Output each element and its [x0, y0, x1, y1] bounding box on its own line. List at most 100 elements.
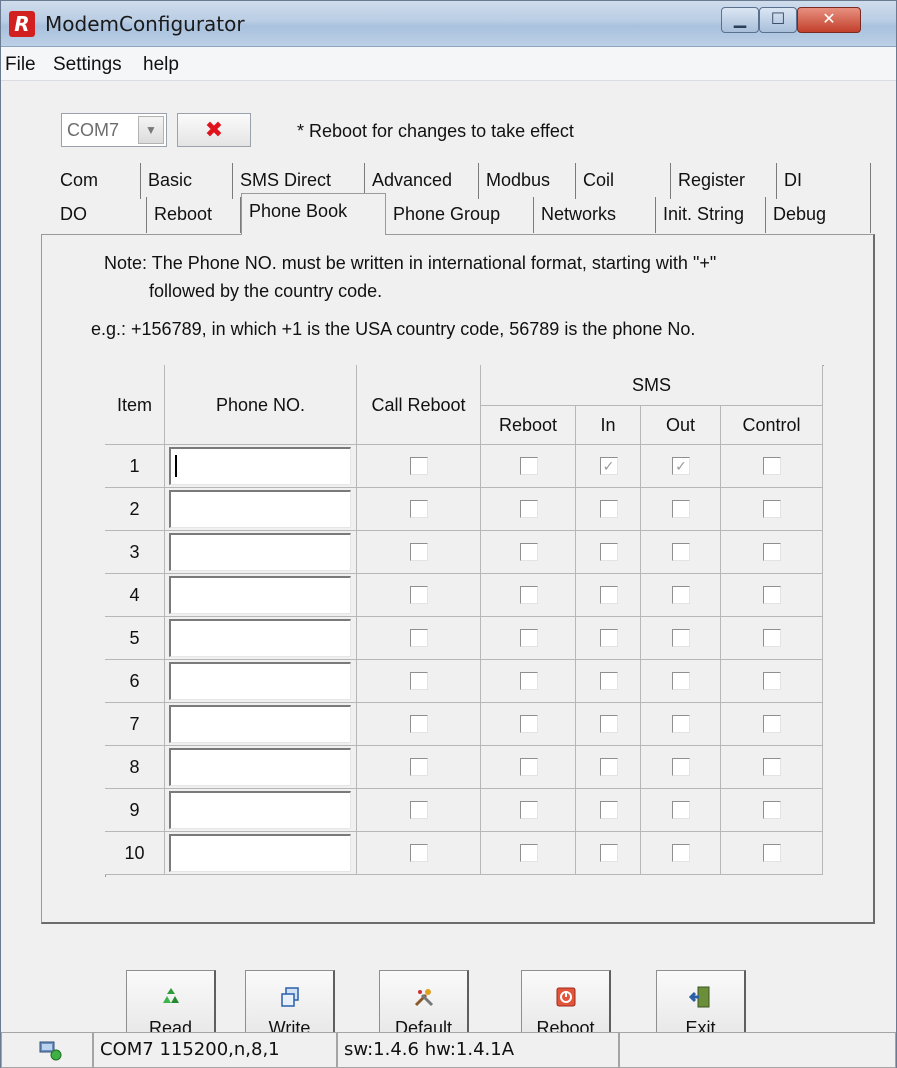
recycle-icon — [159, 985, 183, 1009]
chevron-down-icon[interactable]: ▼ — [138, 116, 164, 144]
maximize-button[interactable]: ☐ — [759, 7, 797, 33]
header-item: Item — [105, 365, 165, 445]
row-number: 6 — [105, 660, 165, 703]
checkbox-sms-out[interactable] — [672, 801, 690, 819]
tab-coil[interactable]: Coil — [576, 163, 671, 199]
checkbox-sms-reboot[interactable] — [519, 457, 538, 475]
checkbox-call-reboot[interactable] — [410, 586, 428, 604]
menu-help[interactable]: help — [143, 54, 179, 76]
checkbox-call-reboot[interactable] — [410, 844, 428, 862]
checkbox-sms-control[interactable] — [763, 586, 781, 604]
checkbox-sms-out[interactable] — [672, 586, 690, 604]
header-phone-no: Phone NO. — [165, 365, 357, 445]
menu-settings[interactable]: Settings — [53, 54, 122, 76]
tab-debug[interactable]: Debug — [766, 197, 871, 233]
checkbox-sms-reboot[interactable] — [519, 672, 538, 690]
tab-basic[interactable]: Basic — [141, 163, 233, 199]
checkbox-sms-out[interactable] — [672, 715, 690, 733]
phone-number-input[interactable] — [169, 533, 351, 571]
header-sms: SMS — [481, 365, 823, 406]
checkbox-sms-in[interactable] — [599, 715, 618, 733]
tab-do[interactable]: DO — [53, 197, 147, 233]
checkbox-call-reboot[interactable] — [410, 457, 428, 475]
phone-number-input[interactable] — [169, 705, 351, 743]
tools-icon — [412, 985, 436, 1009]
title-bar[interactable]: R ModemConfigurator ▁ ☐ ✕ — [1, 1, 896, 47]
checkbox-sms-in[interactable] — [599, 758, 618, 776]
phone-number-input[interactable] — [169, 490, 351, 528]
com-port-value: COM7 — [67, 120, 120, 140]
row-number: 5 — [105, 617, 165, 660]
checkbox-sms-reboot[interactable] — [519, 844, 538, 862]
checkbox-sms-reboot[interactable] — [519, 586, 538, 604]
checkbox-sms-reboot[interactable] — [519, 500, 538, 518]
tab-init-string[interactable]: Init. String — [656, 197, 766, 233]
checkbox-sms-reboot[interactable] — [519, 629, 538, 647]
checkbox-call-reboot[interactable] — [410, 715, 428, 733]
header-sms-control: Control — [721, 406, 823, 445]
checkbox-sms-control[interactable] — [763, 715, 781, 733]
tab-networks[interactable]: Networks — [534, 197, 656, 233]
phone-number-input[interactable] — [169, 791, 351, 829]
window-title: ModemConfigurator — [45, 12, 245, 36]
app-logo-icon: R — [9, 11, 35, 37]
checkbox-sms-control[interactable] — [763, 758, 781, 776]
phone-number-input[interactable] — [169, 834, 351, 872]
checkbox-call-reboot[interactable] — [410, 629, 428, 647]
checkbox-call-reboot[interactable] — [410, 801, 428, 819]
checkbox-sms-control[interactable] — [763, 457, 781, 475]
tab-reboot[interactable]: Reboot — [147, 197, 241, 233]
tab-di[interactable]: DI — [777, 163, 871, 199]
tab-register[interactable]: Register — [671, 163, 777, 199]
checkbox-sms-in[interactable] — [599, 672, 618, 690]
close-port-button[interactable]: ✖ — [177, 113, 251, 147]
com-port-select[interactable]: COM7 ▼ — [61, 113, 167, 147]
checkbox-sms-out[interactable] — [672, 543, 690, 561]
checkbox-sms-in[interactable] — [599, 500, 618, 518]
checkbox-sms-out[interactable] — [672, 629, 690, 647]
checkbox-sms-control[interactable] — [763, 543, 781, 561]
checkbox-sms-out[interactable] — [672, 844, 690, 862]
checkbox-call-reboot[interactable] — [410, 543, 428, 561]
checkbox-sms-out[interactable] — [672, 672, 690, 690]
checkbox-sms-in[interactable] — [599, 543, 618, 561]
checkbox-sms-in[interactable] — [599, 629, 618, 647]
version-status: sw:1.4.6 hw:1.4.1A — [337, 1032, 619, 1068]
tab-phone-group[interactable]: Phone Group — [386, 197, 534, 233]
tab-com[interactable]: Com — [53, 163, 141, 199]
checkbox-sms-out[interactable]: ✓ — [672, 457, 690, 475]
checkbox-sms-control[interactable] — [763, 629, 781, 647]
checkbox-sms-reboot[interactable] — [519, 758, 538, 776]
checkbox-sms-control[interactable] — [763, 801, 781, 819]
power-icon — [554, 985, 578, 1009]
tab-phone-book[interactable]: Phone Book — [241, 193, 386, 235]
phone-number-input[interactable] — [169, 576, 351, 614]
phone-number-input[interactable] — [169, 447, 351, 485]
menu-file[interactable]: File — [5, 54, 36, 76]
minimize-button[interactable]: ▁ — [721, 7, 759, 33]
checkbox-sms-out[interactable] — [672, 500, 690, 518]
checkbox-call-reboot[interactable] — [410, 500, 428, 518]
checkbox-sms-reboot[interactable] — [519, 543, 538, 561]
header-sms-reboot: Reboot — [481, 406, 576, 445]
checkbox-sms-control[interactable] — [763, 844, 781, 862]
checkbox-sms-reboot[interactable] — [519, 715, 538, 733]
checkbox-sms-in[interactable]: ✓ — [599, 457, 618, 475]
phone-number-input[interactable] — [169, 748, 351, 786]
phone-number-input[interactable] — [169, 662, 351, 700]
text-cursor — [175, 455, 177, 477]
close-window-button[interactable]: ✕ — [797, 7, 861, 33]
connection-status-icon-cell — [1, 1032, 93, 1068]
checkbox-sms-control[interactable] — [763, 500, 781, 518]
phone-number-input[interactable] — [169, 619, 351, 657]
checkbox-sms-in[interactable] — [599, 586, 618, 604]
checkbox-sms-in[interactable] — [599, 844, 618, 862]
checkbox-sms-in[interactable] — [599, 801, 618, 819]
checkbox-sms-control[interactable] — [763, 672, 781, 690]
menu-bar: File Settings help — [1, 47, 896, 81]
checkbox-call-reboot[interactable] — [410, 758, 428, 776]
tab-modbus[interactable]: Modbus — [479, 163, 576, 199]
checkbox-call-reboot[interactable] — [410, 672, 428, 690]
checkbox-sms-out[interactable] — [672, 758, 690, 776]
checkbox-sms-reboot[interactable] — [519, 801, 538, 819]
